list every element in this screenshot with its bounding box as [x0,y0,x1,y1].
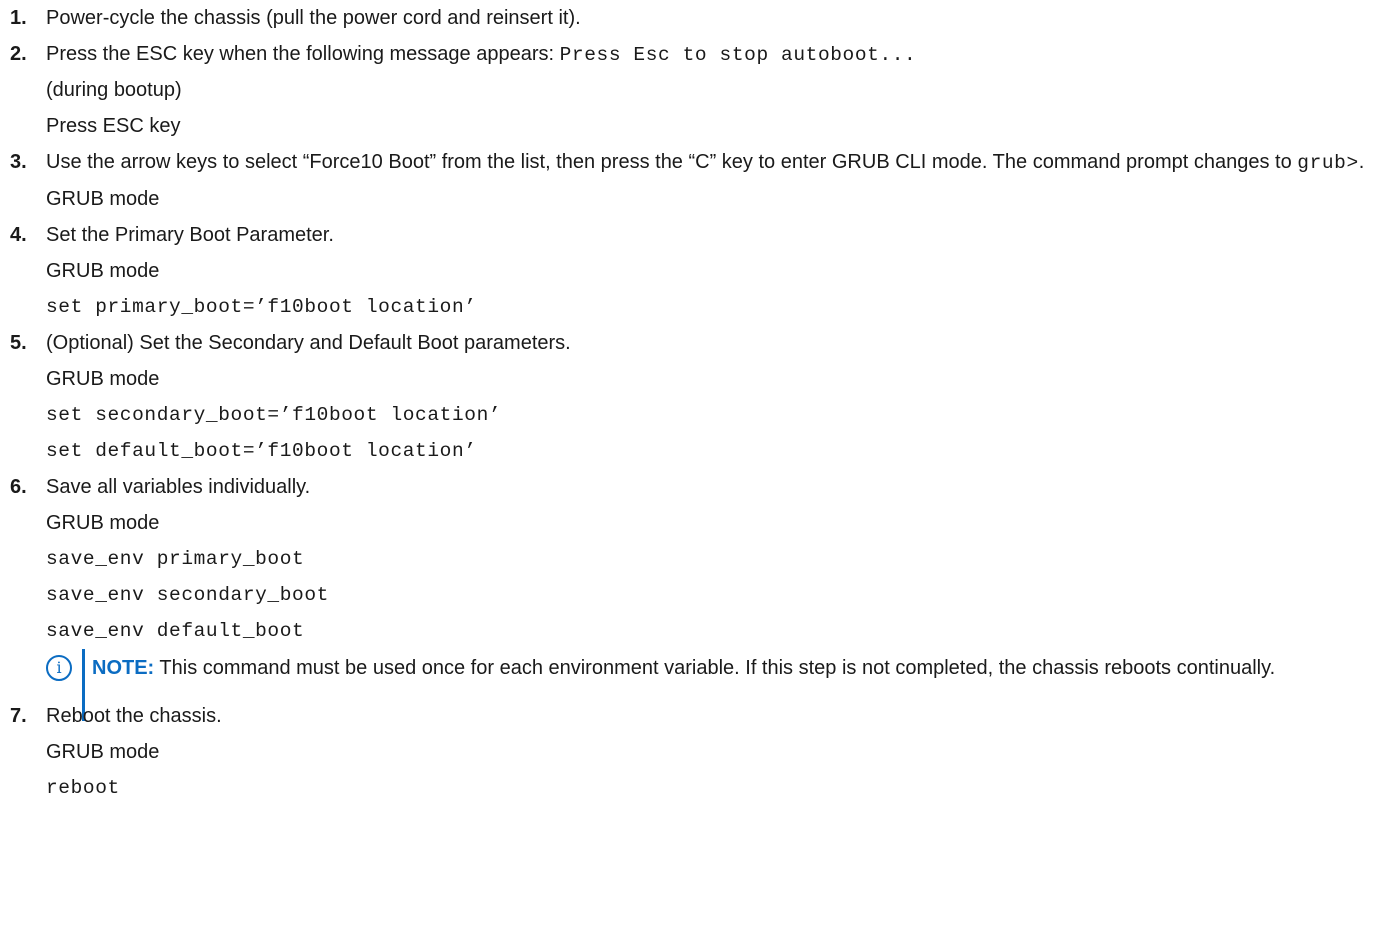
code-line: save_env secondary_boot [46,584,329,606]
note-body: This command must be used once for each … [154,657,1276,679]
step-number: 7. [10,705,27,727]
mode-label: GRUB mode [46,741,160,763]
step-5: 5. (Optional) Set the Secondary and Defa… [0,325,1384,469]
mode-label: GRUB mode [46,188,160,210]
step-6: 6. Save all variables individually. GRUB… [0,469,1384,721]
code-line: set secondary_boot=’f10boot location’ [46,404,502,426]
code-line: set default_boot=’f10boot location’ [46,440,477,462]
step-3: 3. Use the arrow keys to select “Force10… [0,144,1384,217]
note-text: NOTE: This command must be used once for… [92,653,1382,684]
step-1: 1. Power-cycle the chassis (pull the pow… [0,0,1384,36]
procedure-document: 1. Power-cycle the chassis (pull the pow… [0,0,1384,806]
mode-label: GRUB mode [46,368,160,390]
step-text-after: . [1358,151,1365,173]
step-text-line: Use the arrow keys to select “Force10 Bo… [46,144,1376,181]
step-2: 2. Press the ESC key when the following … [0,36,1384,144]
inline-code: grub> [1297,152,1359,174]
step-text: Press the ESC key when the following mes… [46,43,560,65]
step-number: 2. [10,43,27,65]
step-7: 7. Reboot the chassis. GRUB mode reboot [0,698,1384,806]
step-text-line: Press the ESC key when the following mes… [46,36,1384,72]
code-line: set primary_boot=’f10boot location’ [46,296,477,318]
step-number: 3. [10,151,27,173]
mode-label: GRUB mode [46,512,160,534]
step-number: 4. [10,224,27,246]
step-number: 6. [10,476,27,498]
mode-label: GRUB mode [46,260,160,282]
step-text: Reboot the chassis. [46,705,222,727]
code-line: save_env primary_boot [46,548,305,570]
note-callout: i NOTE: This command must be used once f… [46,649,1382,721]
step-subline: Press ESC key [46,115,181,137]
step-text: Use the arrow keys to select “Force10 Bo… [46,151,1298,173]
code-line: save_env default_boot [46,620,305,642]
step-subline: (during bootup) [46,79,182,101]
step-text: (Optional) Set the Secondary and Default… [46,332,571,354]
step-number: 1. [10,7,27,29]
note-label: NOTE: [92,657,155,679]
inline-code: Press Esc to stop autoboot... [559,44,917,66]
step-text: Set the Primary Boot Parameter. [46,224,334,246]
step-text: Power-cycle the chassis (pull the power … [46,7,581,29]
step-4: 4. Set the Primary Boot Parameter. GRUB … [0,217,1384,325]
code-line: reboot [46,777,120,799]
step-text: Save all variables individually. [46,476,311,498]
info-icon: i [46,655,72,681]
step-number: 5. [10,332,27,354]
